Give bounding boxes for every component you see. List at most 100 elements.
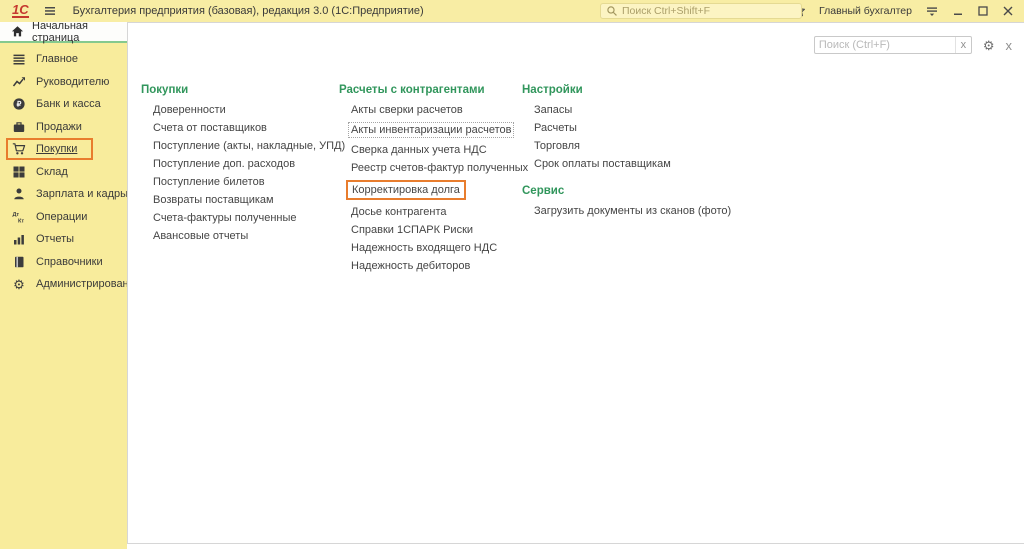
menu-link-korrektirovka-dolga[interactable]: Корректировка долга: [346, 180, 466, 200]
sidebar-item-rukovoditelyu[interactable]: Руководителю: [0, 71, 127, 94]
sidebar-item-otchety[interactable]: Отчеты: [0, 228, 127, 251]
menu-link-nadezhnost-vhodyashchego-nds[interactable]: Надежность входящего НДС: [351, 242, 497, 254]
sidebar-item-sklad[interactable]: Склад: [0, 161, 127, 184]
restore-button[interactable]: [977, 5, 989, 17]
person-icon: [11, 187, 27, 201]
svg-text:Кт: Кт: [18, 218, 24, 224]
trend-icon: [11, 75, 27, 89]
sidebar-item-label: Справочники: [36, 256, 103, 268]
menu-link-sverka-dannyh-ucheta-nds[interactable]: Сверка данных учета НДС: [351, 144, 487, 156]
menu-link-nadezhnost-debitorov[interactable]: Надежность дебиторов: [351, 260, 470, 272]
sidebar-item-label: Руководителю: [36, 76, 109, 88]
main-panel: x ⚙ x Покупки Доверенности Счета от пост…: [127, 22, 1024, 544]
menu-link-vozvraty-postavshchikam[interactable]: Возвраты поставщикам: [153, 194, 274, 206]
close-button[interactable]: [1002, 5, 1014, 17]
clear-search-icon[interactable]: x: [955, 37, 971, 53]
menu-link-akty-inventarizacii-raschetov[interactable]: Акты инвентаризации расчетов: [348, 122, 514, 138]
grid-icon: [11, 165, 27, 179]
home-icon: [9, 25, 25, 38]
bank-icon: ₽: [11, 97, 27, 111]
sidebar-item-glavnoe[interactable]: Главное: [0, 48, 127, 71]
section-links: Запасы Расчеты Торговля Срок оплаты пост…: [522, 104, 731, 170]
section-links: Загрузить документы из сканов (фото): [522, 205, 731, 217]
pokupki-highlight-box: Покупки: [6, 138, 93, 160]
sidebar-item-pokupki[interactable]: Покупки: [0, 138, 127, 161]
home-page-tab[interactable]: Начальная страница: [0, 22, 127, 43]
service-menu-icon[interactable]: [925, 4, 939, 18]
sidebar-item-spravochniki[interactable]: Справочники: [0, 251, 127, 274]
home-tab-label: Начальная страница: [32, 20, 127, 44]
column-nastroyki-servis: Настройки Запасы Расчеты Торговля Срок о…: [522, 84, 731, 278]
window-body: Начальная страница Главное Руководителю: [0, 22, 1024, 549]
section-title: Покупки: [141, 84, 339, 96]
section-pokupki: Покупки Доверенности Счета от поставщико…: [141, 84, 339, 242]
hamburger-menu-icon[interactable]: [43, 4, 57, 18]
menu-link-avansovye-otchety[interactable]: Авансовые отчеты: [153, 230, 248, 242]
panel-close-icon[interactable]: x: [1006, 38, 1013, 53]
sidebar: Начальная страница Главное Руководителю: [0, 22, 127, 549]
section-nastroyki: Настройки Запасы Расчеты Торговля Срок о…: [522, 84, 731, 170]
section-raschety-s-kontragentami: Расчеты с контрагентами Акты сверки расч…: [339, 84, 522, 272]
menu-link-raschety[interactable]: Расчеты: [534, 122, 577, 134]
sidebar-item-label: Отчеты: [36, 233, 74, 245]
menu-link-srok-oplaty-postavshchikam[interactable]: Срок оплаты поставщикам: [534, 158, 671, 170]
sidebar-item-label: Продажи: [36, 121, 82, 133]
sidebar-item-prodazhi[interactable]: Продажи: [0, 116, 127, 139]
menu-link-postuplenie-dop-rashodov[interactable]: Поступление доп. расходов: [153, 158, 295, 170]
menu-link-akty-sverki-raschetov[interactable]: Акты сверки расчетов: [351, 104, 463, 116]
menu-link-dosie-kontragenta[interactable]: Досье контрагента: [351, 206, 447, 218]
global-search-placeholder: Поиск Ctrl+Shift+F: [622, 5, 710, 17]
menu-link-postuplenie-akty-nakladnye-upd[interactable]: Поступление (акты, накладные, УПД): [153, 140, 345, 152]
dtkt-icon: ДтКт: [11, 210, 27, 224]
section-title: Настройки: [522, 84, 731, 96]
book-icon: [11, 255, 27, 269]
gear-icon: ⚙: [11, 278, 27, 291]
sidebar-item-bank-i-kassa[interactable]: ₽ Банк и касса: [0, 93, 127, 116]
menu-link-scheta-ot-postavshchikov[interactable]: Счета от поставщиков: [153, 122, 267, 134]
menu-link-zagruzit-dokumenty-iz-skanov[interactable]: Загрузить документы из сканов (фото): [534, 205, 731, 217]
svg-text:Дт: Дт: [13, 212, 20, 218]
section-links: Доверенности Счета от поставщиков Поступ…: [141, 104, 339, 242]
1c-logo: 1С: [12, 4, 29, 18]
sidebar-item-zarplata-i-kadry[interactable]: Зарплата и кадры: [0, 183, 127, 206]
menu-link-scheta-faktury-poluchennye[interactable]: Счета-фактуры полученные: [153, 212, 297, 224]
minimize-button[interactable]: [952, 5, 964, 17]
section-links: Акты сверки расчетов Акты инвентаризации…: [339, 104, 522, 272]
sidebar-item-label: Склад: [36, 166, 68, 178]
sidebar-item-operacii[interactable]: ДтКт Операции: [0, 206, 127, 229]
sidebar-item-label: Покупки: [36, 143, 77, 155]
sidebar-item-administrirovanie[interactable]: ⚙ Администрирование: [0, 273, 127, 296]
sidebar-item-label: Операции: [36, 211, 87, 223]
panel-search-box: x: [814, 36, 972, 54]
menu-columns: Покупки Доверенности Счета от поставщико…: [141, 84, 731, 278]
panel-settings-gear-icon[interactable]: ⚙: [983, 39, 995, 52]
sidebar-item-label: Зарплата и кадры: [36, 188, 128, 200]
menu-link-postuplenie-biletov[interactable]: Поступление билетов: [153, 176, 265, 188]
briefcase-icon: [11, 120, 27, 134]
sidebar-item-label: Администрирование: [36, 278, 141, 290]
panel-search-area: x ⚙ x: [814, 36, 1012, 54]
menu-link-zapasy[interactable]: Запасы: [534, 104, 572, 116]
menu-link-reestr-schetov-faktur-poluchennyh[interactable]: Реестр счетов-фактур полученных: [351, 162, 528, 174]
title-bar: 1С Бухгалтерия предприятия (базовая), ре…: [0, 0, 1024, 22]
section-title: Расчеты с контрагентами: [339, 84, 522, 96]
sidebar-item-label: Банк и касса: [36, 98, 101, 110]
panel-search-input[interactable]: [815, 38, 955, 52]
menu-link-spravki-1spark-riski[interactable]: Справки 1СПАРК Риски: [351, 224, 473, 236]
menu-link-doverennosti[interactable]: Доверенности: [153, 104, 226, 116]
menu-link-torgovlya[interactable]: Торговля: [534, 140, 580, 152]
current-user-menu[interactable]: Главный бухгалтер: [819, 5, 912, 17]
barchart-icon: [11, 232, 27, 246]
sidebar-nav: Главное Руководителю ₽ Банк и касса: [0, 43, 127, 296]
column-raschety: Расчеты с контрагентами Акты сверки расч…: [339, 84, 522, 278]
search-icon: [606, 5, 618, 17]
section-servis: Сервис Загрузить документы из сканов (фо…: [522, 185, 731, 217]
cart-icon: [11, 142, 27, 156]
menu-icon: [11, 52, 27, 66]
global-search-input[interactable]: Поиск Ctrl+Shift+F: [600, 3, 802, 19]
window-title: Бухгалтерия предприятия (базовая), редак…: [73, 5, 424, 17]
sidebar-item-label: Главное: [36, 53, 78, 65]
section-title: Сервис: [522, 185, 731, 197]
svg-text:₽: ₽: [17, 100, 22, 109]
column-pokupki: Покупки Доверенности Счета от поставщико…: [141, 84, 339, 278]
